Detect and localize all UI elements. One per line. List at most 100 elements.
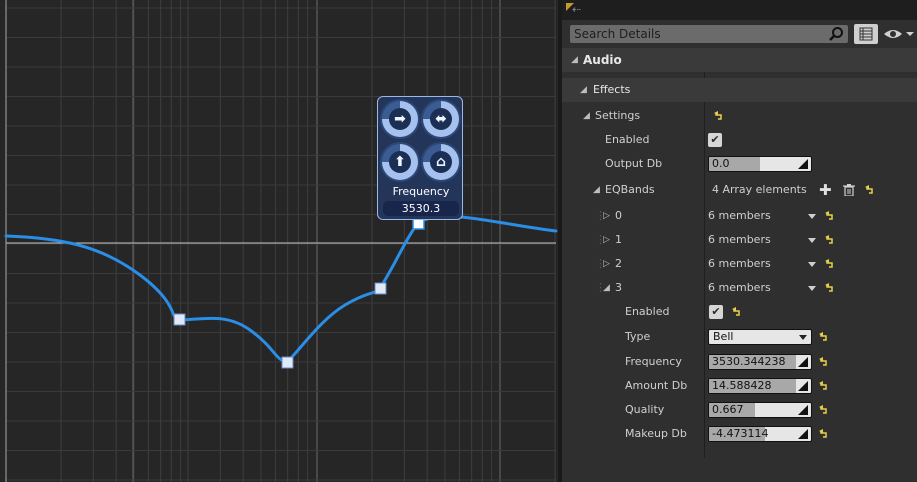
band-1-handle[interactable]	[281, 356, 294, 369]
reset-to-default-icon[interactable]	[819, 332, 829, 342]
band-0-handle[interactable]	[173, 313, 186, 326]
collapse-arrow-icon[interactable]: ◢	[583, 104, 590, 128]
reset-to-default-icon[interactable]	[825, 259, 835, 269]
property-label: Enabled	[625, 305, 670, 318]
move-right-button[interactable]: ➡	[380, 99, 420, 139]
band-index: 3	[615, 281, 622, 294]
property-row-frequency: Frequency 3530.344238	[562, 350, 917, 374]
property-label: Enabled	[605, 133, 650, 146]
details-panel: ⇠ ◢ Audio ◢ Effects ◢	[562, 0, 917, 482]
category-effects[interactable]: ◢ Effects	[562, 78, 917, 102]
collapse-arrow-icon[interactable]: ◢	[593, 178, 600, 202]
add-element-icon[interactable]: ✚	[819, 178, 832, 202]
output-db-field[interactable]: 0.0	[708, 156, 812, 172]
search-icon[interactable]	[828, 26, 844, 42]
grid-horizontal-lines	[6, 7, 556, 481]
chevron-down-icon	[799, 335, 807, 340]
resize-grip-icon	[798, 405, 808, 415]
eqband-row-0[interactable]: ⋮ ▷ 0 6 members	[562, 204, 917, 228]
dropdown-value: Bell	[713, 330, 734, 343]
list-grid-icon	[859, 27, 873, 41]
chevron-down-icon[interactable]	[808, 262, 816, 267]
reset-to-default-icon[interactable]	[825, 235, 835, 245]
band-index: 1	[615, 233, 622, 246]
move-horizontal-button[interactable]: ⬌	[421, 99, 461, 139]
property-matrix-button[interactable]	[854, 24, 878, 44]
eqband-row-2[interactable]: ⋮ ▷ 2 6 members	[562, 252, 917, 276]
property-row-quality: Quality 0.667	[562, 398, 917, 422]
chevron-down-icon[interactable]	[808, 214, 816, 219]
makeup-db-field[interactable]: -4.473114	[708, 426, 812, 442]
property-row-band3-enabled: Enabled ✔	[562, 300, 917, 324]
search-box	[570, 25, 848, 43]
property-label: Type	[625, 330, 651, 343]
reset-to-default-icon[interactable]	[825, 211, 835, 221]
popup-value-field[interactable]: 3530.3	[383, 201, 459, 216]
members-summary: 6 members	[708, 209, 771, 222]
property-row-settings[interactable]: ◢ Settings	[562, 104, 917, 128]
eq-curve-graph[interactable]	[0, 0, 562, 482]
collapse-arrow-icon[interactable]: ◢	[580, 78, 587, 102]
band3-enabled-checkbox[interactable]: ✔	[709, 305, 723, 319]
reset-to-default-icon[interactable]	[732, 307, 742, 317]
expand-arrow-icon[interactable]: ▷	[603, 204, 610, 228]
eq-response-curve	[4, 214, 558, 364]
collapse-arrow-icon[interactable]: ◢	[603, 276, 610, 300]
resize-grip-icon	[798, 159, 808, 169]
field-value: -4.473114	[712, 427, 769, 440]
quality-field[interactable]: 0.667	[708, 402, 812, 418]
type-dropdown[interactable]: Bell	[708, 329, 812, 345]
members-summary: 6 members	[708, 281, 771, 294]
expand-arrow-icon[interactable]: ▷	[603, 252, 610, 276]
category-label: Audio	[583, 53, 622, 67]
category-label: Effects	[593, 83, 631, 96]
category-audio[interactable]: ◢ Audio	[562, 48, 917, 72]
checkmark-icon: ✔	[711, 305, 721, 318]
property-row-type: Type Bell	[562, 325, 917, 349]
reset-to-default-icon[interactable]	[714, 111, 724, 121]
grid-vertical-lines	[5, 0, 556, 482]
band-index: 2	[615, 257, 622, 270]
band-index: 0	[615, 209, 622, 222]
property-label: Amount Db	[625, 379, 688, 392]
reset-to-default-icon[interactable]	[819, 381, 829, 391]
band-edit-popup: ➡ ⬌ ⬆ ⌂ Frequency 3530.3	[377, 96, 463, 220]
enabled-checkbox[interactable]: ✔	[708, 133, 722, 147]
property-row-eqbands[interactable]: ◢ EQBands 4 Array elements ✚	[562, 178, 917, 202]
search-input[interactable]	[574, 26, 822, 42]
reset-to-default-icon[interactable]	[825, 283, 835, 293]
trash-icon[interactable]	[843, 184, 855, 196]
members-summary: 6 members	[708, 257, 771, 270]
move-up-button[interactable]: ⬆	[380, 142, 420, 182]
reset-to-default-icon[interactable]	[819, 405, 829, 415]
chevron-down-icon[interactable]	[808, 238, 816, 243]
property-label: EQBands	[605, 183, 655, 196]
band-2-handle[interactable]	[374, 282, 387, 295]
reset-to-default-icon[interactable]	[819, 429, 829, 439]
visibility-options-button[interactable]	[882, 26, 916, 42]
collapse-arrow-icon[interactable]: ◢	[571, 48, 578, 72]
property-row-makeup-db: Makeup Db -4.473114	[562, 422, 917, 446]
up-arrow-icon: ⬆	[389, 151, 411, 173]
amount-db-field[interactable]: 14.588428	[708, 378, 812, 394]
eqband-row-1[interactable]: ⋮ ▷ 1 6 members	[562, 228, 917, 252]
property-label: Settings	[595, 109, 641, 122]
shelf-button[interactable]: ⌂	[421, 142, 461, 182]
reset-to-default-icon[interactable]	[865, 185, 875, 195]
eye-icon	[884, 30, 914, 38]
resize-grip-icon	[798, 357, 808, 367]
expand-arrow-icon[interactable]: ▷	[603, 228, 610, 252]
eq-graph-panel[interactable]: ➡ ⬌ ⬆ ⌂ Frequency 3530.3	[0, 0, 562, 482]
field-value: 14.588428	[712, 379, 772, 392]
field-value: 3530.344238	[712, 355, 786, 368]
eqband-row-3[interactable]: ⋮ ◢ 3 6 members	[562, 276, 917, 300]
tab-arrows-icon[interactable]: ⇠	[572, 3, 581, 16]
reset-to-default-icon[interactable]	[819, 357, 829, 367]
frequency-field[interactable]: 3530.344238	[708, 354, 812, 370]
property-label: Quality	[625, 403, 665, 416]
field-value: 0.667	[712, 403, 744, 416]
property-row-output-db: Output Db 0.0	[562, 152, 917, 176]
house-icon: ⌂	[430, 151, 452, 173]
chevron-down-icon[interactable]	[808, 286, 816, 291]
members-summary: 6 members	[708, 233, 771, 246]
